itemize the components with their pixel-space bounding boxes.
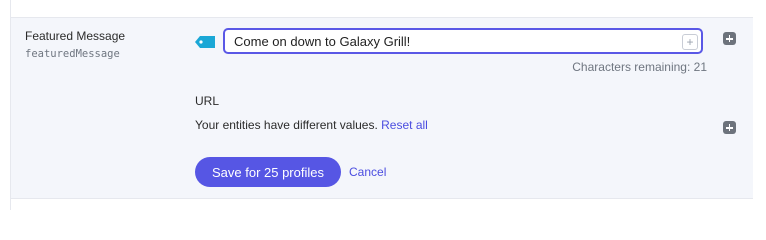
add-url-icon[interactable] xyxy=(721,121,736,136)
url-field-label: URL xyxy=(195,94,220,108)
cancel-button[interactable]: Cancel xyxy=(349,165,386,179)
insert-field-icon[interactable]: + xyxy=(682,34,698,50)
different-values-notice: Your entities have different values. Res… xyxy=(195,118,428,132)
different-values-text: Your entities have different values. xyxy=(195,118,378,132)
tag-icon xyxy=(195,36,215,48)
add-field-icon[interactable] xyxy=(721,32,736,47)
field-key: featuredMessage xyxy=(25,48,120,60)
row-divider-top xyxy=(10,0,766,17)
featured-message-input[interactable] xyxy=(223,28,703,54)
characters-remaining: Characters remaining: 21 xyxy=(572,60,707,74)
reset-all-link[interactable]: Reset all xyxy=(381,118,428,132)
save-button[interactable]: Save for 25 profiles xyxy=(195,157,341,187)
field-label: Featured Message xyxy=(25,29,126,43)
row-divider-bottom xyxy=(10,198,753,210)
